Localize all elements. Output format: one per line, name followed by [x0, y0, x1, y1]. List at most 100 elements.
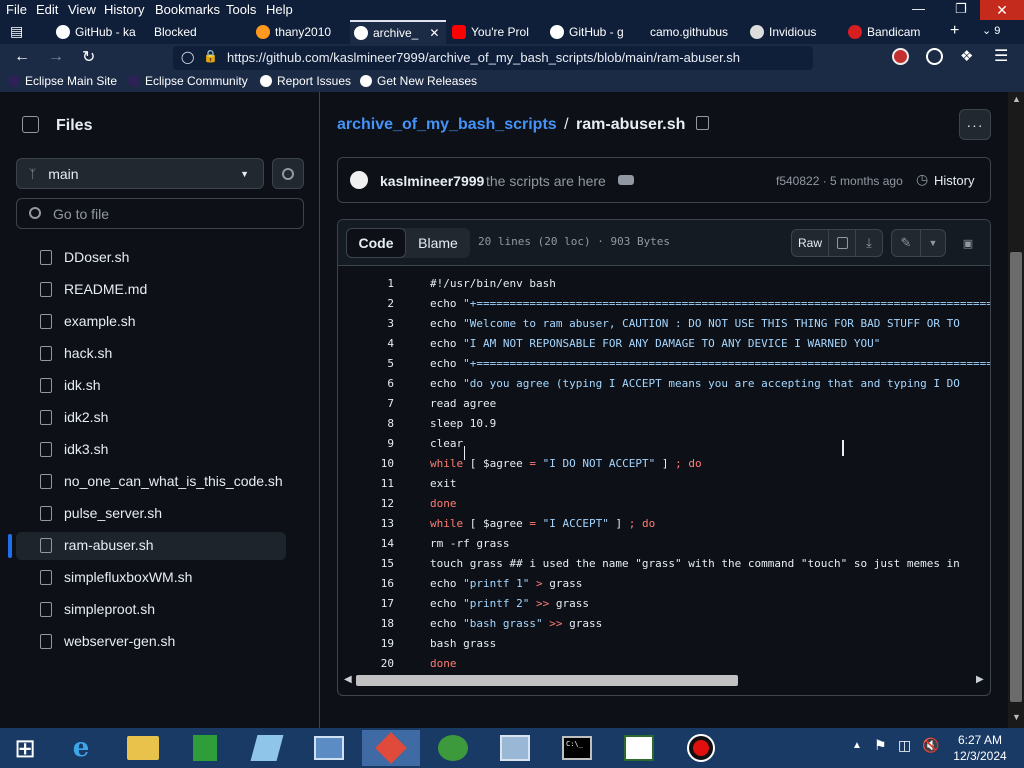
code-line[interactable]: 10 while [ $agree = "I DO NOT ACCEPT" ] ;… — [338, 454, 990, 474]
line-number[interactable]: 14 — [338, 534, 394, 554]
tab-blame[interactable]: Blame — [410, 228, 466, 258]
commit-hash-time[interactable]: f540822 · 5 months ago — [776, 174, 903, 188]
sidebar-file-item[interactable]: pulse_server.sh — [40, 500, 162, 526]
menu-bookmarks[interactable]: Bookmarks — [155, 2, 220, 17]
line-number[interactable]: 12 — [338, 494, 394, 514]
close-window-icon[interactable]: ✕ — [980, 0, 1024, 20]
line-number[interactable]: 19 — [338, 634, 394, 654]
close-tab-icon[interactable]: ✕ — [429, 26, 439, 40]
history-link[interactable]: History — [934, 173, 974, 188]
code-line[interactable]: 13 while [ $agree = "I ACCEPT" ] ; do — [338, 514, 990, 534]
code-line[interactable]: 11 exit — [338, 474, 990, 494]
line-number[interactable]: 7 — [338, 394, 394, 414]
line-number[interactable]: 13 — [338, 514, 394, 534]
menu-file[interactable]: File — [6, 2, 27, 17]
code-line[interactable]: 5 echo "+================================… — [338, 354, 990, 374]
code-line[interactable]: 8 sleep 10.9 — [338, 414, 990, 434]
hamburger-menu-icon[interactable]: ☰ — [994, 46, 1008, 66]
sidebar-file-item[interactable]: simpleproot.sh — [40, 596, 155, 622]
code-lines[interactable]: 1 #!/usr/bin/env bash 2 echo "+============… — [338, 274, 990, 679]
code-line[interactable]: 19 bash grass — [338, 634, 990, 654]
forward-icon[interactable]: → — [48, 48, 64, 66]
menu-tools[interactable]: Tools — [226, 2, 256, 17]
horizontal-scrollbar[interactable]: ◀ ▶ — [338, 672, 990, 688]
sidebar-file-item[interactable]: simplefluxboxWM.sh — [40, 564, 192, 590]
bookmark-eclipse-main[interactable]: Eclipse Main Site — [8, 74, 117, 88]
line-number[interactable]: 3 — [338, 314, 394, 334]
edit-dropdown-button[interactable]: ▼ — [920, 229, 946, 257]
edit-file-button[interactable]: ✎ — [891, 229, 921, 257]
code-line[interactable]: 9 clear — [338, 434, 990, 454]
code-line[interactable]: 1 #!/usr/bin/env bash — [338, 274, 990, 294]
sidebar-file-item[interactable]: webserver-gen.sh — [40, 628, 175, 654]
menu-view[interactable]: View — [68, 2, 96, 17]
code-line[interactable]: 2 echo "+================================… — [338, 294, 990, 314]
copy-raw-button[interactable] — [828, 229, 856, 257]
taskbar-app-5[interactable] — [300, 730, 358, 766]
taskbar-app-8[interactable] — [486, 730, 544, 766]
sidebar-file-item[interactable]: idk3.sh — [40, 436, 108, 462]
horizontal-scroll-thumb[interactable] — [356, 675, 738, 686]
page-vertical-scrollbar[interactable]: ▲ ▼ — [1008, 92, 1024, 728]
bookmark-get-new-releases[interactable]: Get New Releases — [360, 74, 477, 88]
clock-date[interactable]: 12/3/2024 — [950, 749, 1010, 763]
download-button[interactable]: ⤓ — [855, 229, 883, 257]
menu-help[interactable]: Help — [266, 2, 293, 17]
url-text[interactable]: https://github.com/kaslmineer7999/archiv… — [227, 50, 807, 65]
show-hidden-icons[interactable]: ▲ — [852, 740, 862, 751]
scroll-right-icon[interactable]: ▶ — [976, 674, 984, 685]
tab-camo[interactable]: camo.githubus — [650, 20, 740, 44]
search-files-button[interactable] — [272, 158, 304, 189]
start-button[interactable]: ⊞ — [0, 730, 50, 766]
new-tab-icon[interactable]: + — [950, 22, 959, 40]
tab-code[interactable]: Code — [346, 228, 406, 258]
code-line[interactable]: 6 echo "do you agree (typing I ACCEPT mea… — [338, 374, 990, 394]
code-line[interactable]: 16 echo "printf 1" > grass — [338, 574, 990, 594]
commit-message[interactable]: the scripts are here — [486, 173, 606, 189]
line-number[interactable]: 2 — [338, 294, 394, 314]
tab-github-g[interactable]: GitHub - g — [550, 20, 634, 44]
bookmark-eclipse-community[interactable]: Eclipse Community — [128, 74, 248, 88]
tab-list-icon[interactable]: ▤ — [10, 23, 23, 40]
sidebar-file-item[interactable]: README.md — [40, 276, 147, 302]
menu-history[interactable]: History — [104, 2, 144, 17]
sidebar-file-item[interactable]: hack.sh — [40, 340, 112, 366]
code-line[interactable]: 18 echo "bash grass" >> grass — [338, 614, 990, 634]
restore-icon[interactable]: ❐ — [955, 1, 967, 17]
vertical-scroll-thumb[interactable] — [1010, 252, 1022, 702]
line-number[interactable]: 20 — [338, 654, 394, 674]
network-icon[interactable]: ◫ — [898, 737, 911, 754]
taskbar-app-10[interactable] — [610, 730, 668, 766]
extension-icon[interactable] — [892, 48, 909, 65]
line-number[interactable]: 17 — [338, 594, 394, 614]
clock-time[interactable]: 6:27 AM — [950, 733, 1010, 747]
account-icon[interactable] — [926, 48, 943, 65]
sidebar-file-item[interactable]: idk.sh — [40, 372, 101, 398]
tab-bandicam[interactable]: Bandicam — [848, 20, 934, 44]
taskbar-bandicam[interactable] — [672, 730, 730, 766]
code-line[interactable]: 14 rm -rf grass — [338, 534, 990, 554]
scroll-up-icon[interactable]: ▲ — [1012, 94, 1021, 104]
line-number[interactable]: 15 — [338, 554, 394, 574]
taskbar-file-explorer[interactable] — [114, 730, 172, 766]
taskbar-app-4[interactable] — [238, 730, 296, 766]
taskbar-internet-explorer[interactable]: e — [52, 730, 110, 766]
bookmark-report-issues[interactable]: Report Issues — [260, 74, 351, 88]
url-bar[interactable]: ◯ 🔒 https://github.com/kaslmineer7999/ar… — [173, 46, 813, 70]
extensions-puzzle-icon[interactable]: ❖ — [960, 47, 973, 65]
tab-overflow-button[interactable]: ⌄ 9 — [982, 24, 1000, 37]
scroll-left-icon[interactable]: ◀ — [344, 674, 352, 685]
code-line[interactable]: 12 done — [338, 494, 990, 514]
code-line[interactable]: 15 touch grass ## i used the name "grass"… — [338, 554, 990, 574]
go-to-file-input[interactable]: Go to file — [16, 198, 304, 229]
back-icon[interactable]: ← — [14, 48, 30, 66]
line-number[interactable]: 6 — [338, 374, 394, 394]
shield-icon[interactable]: ◯ — [181, 50, 194, 64]
tab-invidious[interactable]: Invidious — [750, 20, 838, 44]
scroll-down-icon[interactable]: ▼ — [1012, 712, 1021, 722]
commit-author[interactable]: kaslmineer7999 — [380, 173, 484, 189]
copy-path-icon[interactable] — [695, 116, 709, 130]
line-number[interactable]: 1 — [338, 274, 394, 294]
taskbar-app-active[interactable] — [362, 730, 420, 766]
volume-muted-icon[interactable]: 🔇 — [922, 737, 939, 754]
